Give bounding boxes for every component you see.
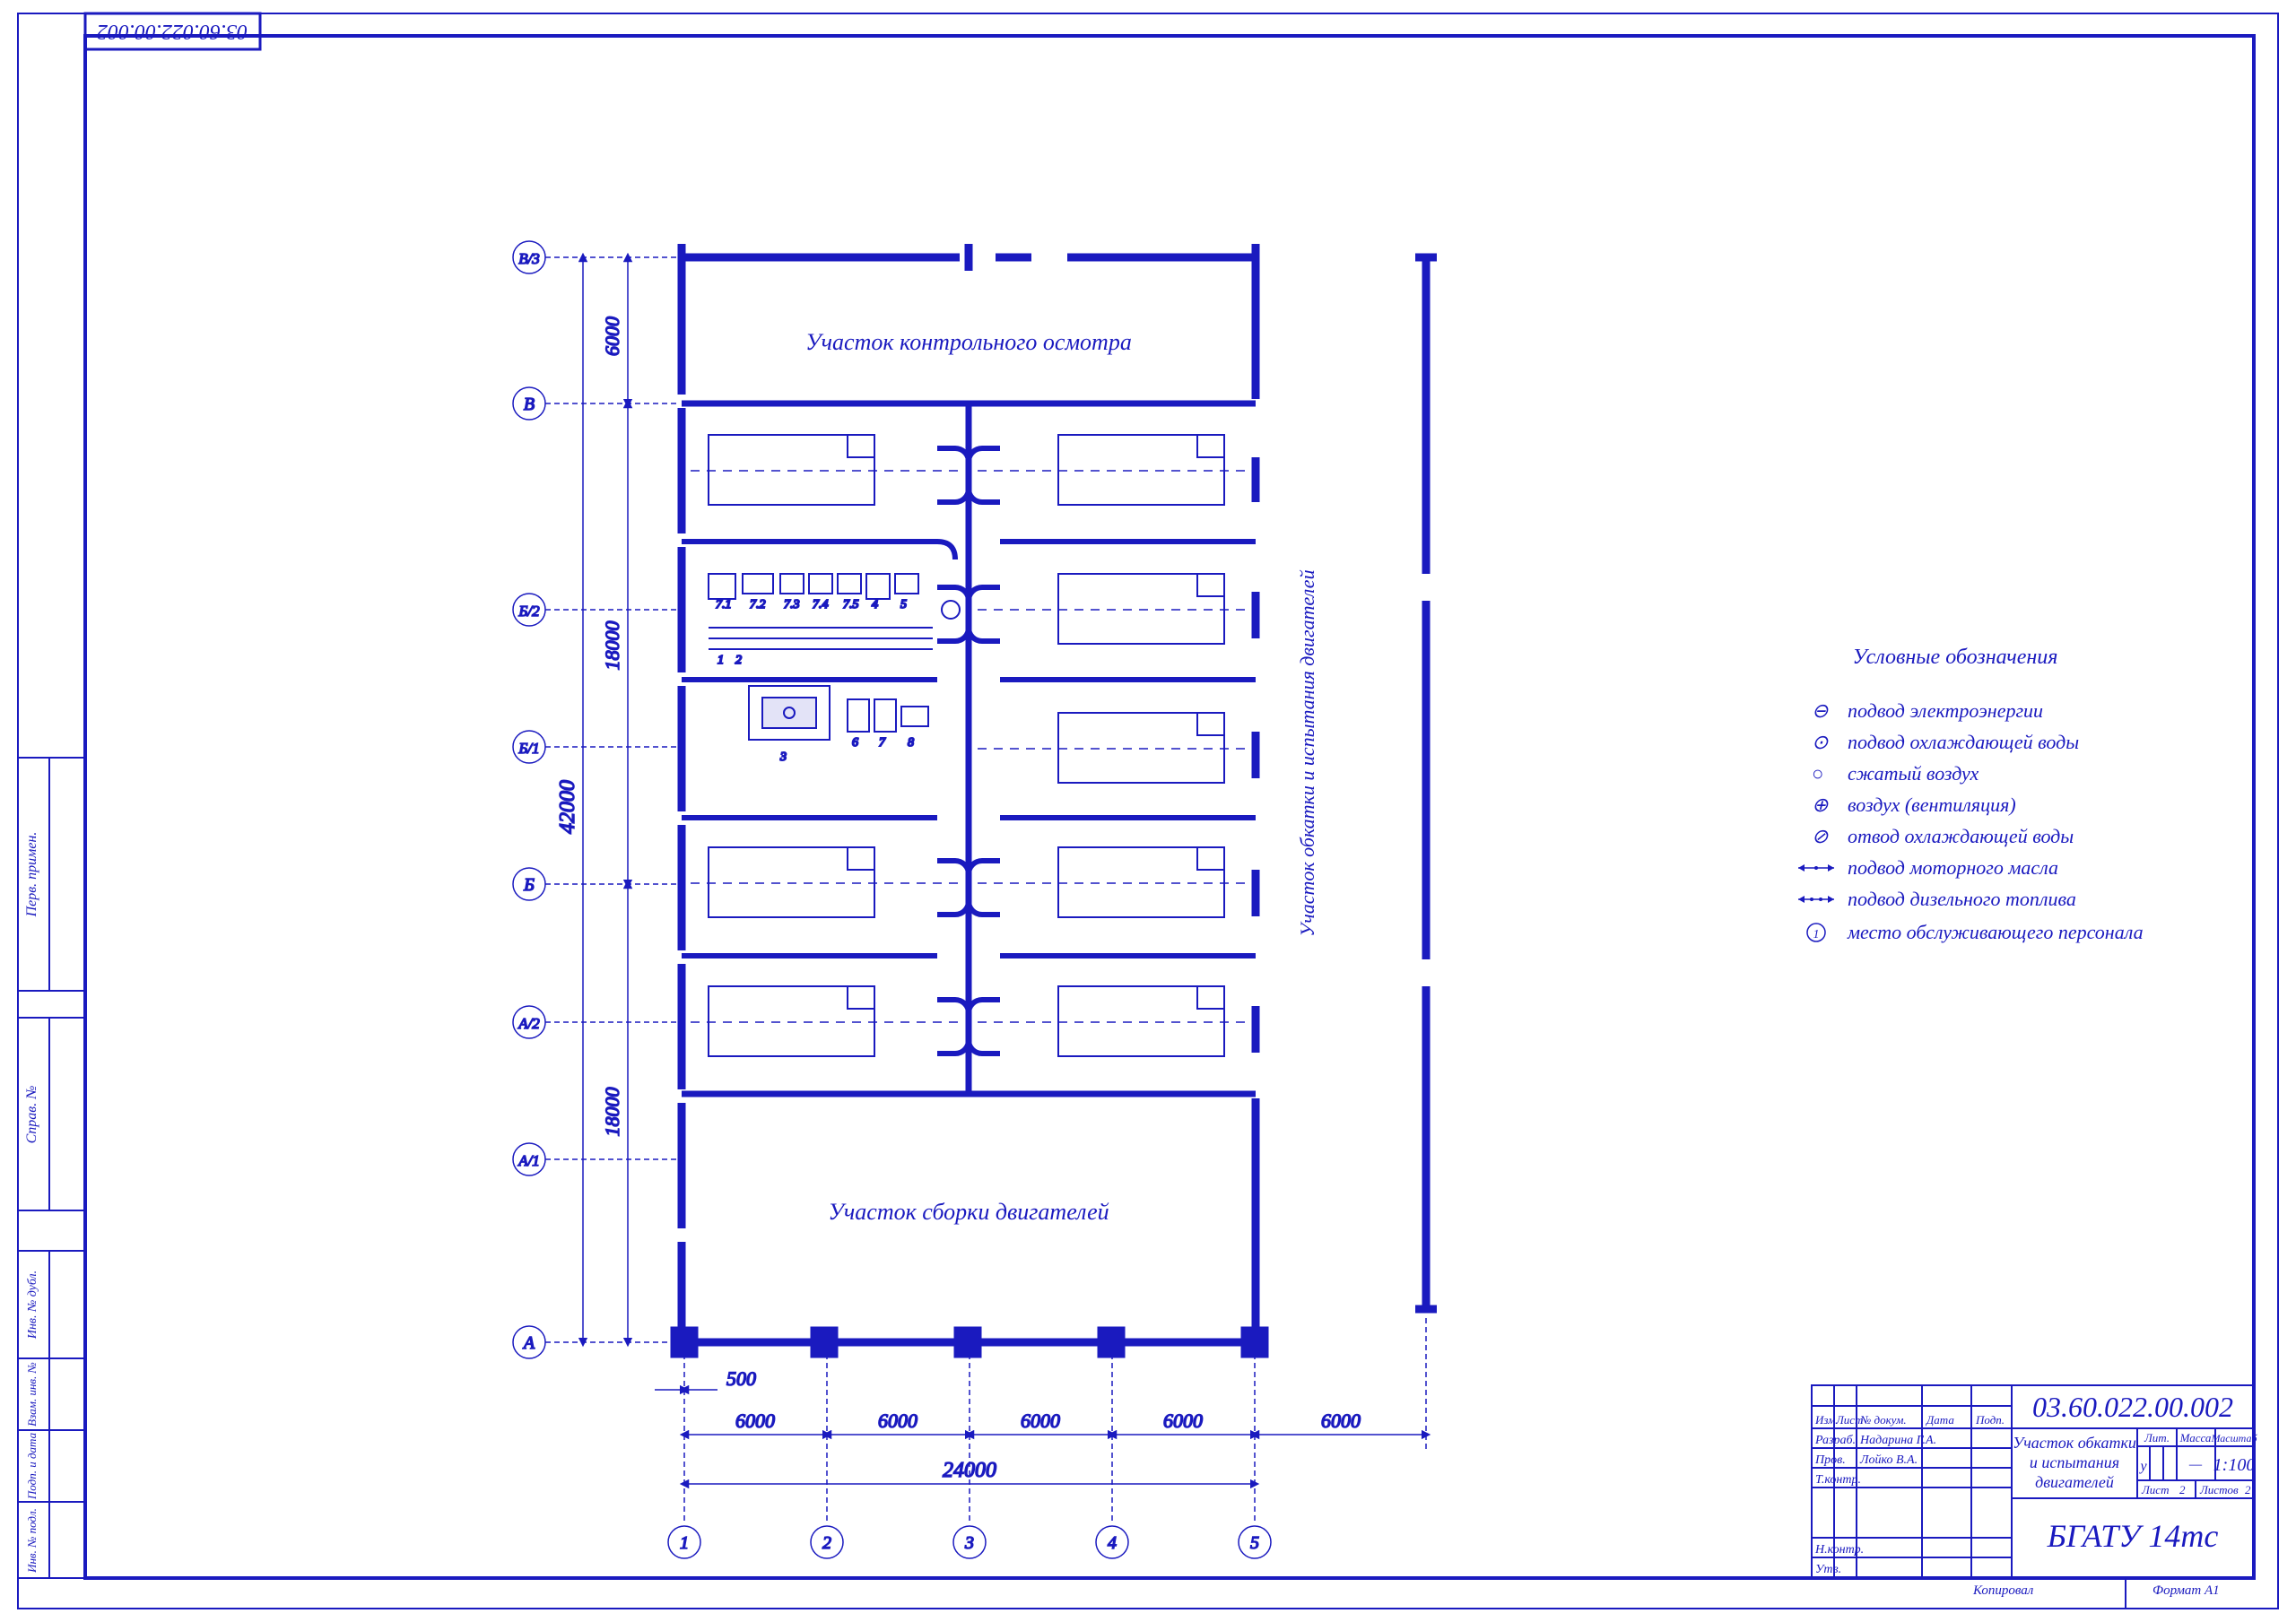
svg-text:Листов: Листов — [2199, 1483, 2239, 1496]
svg-text:Н.контр.: Н.контр. — [1814, 1543, 1864, 1557]
side-label: Инв. № подл. — [25, 1508, 39, 1574]
side-label: Справ. № — [24, 1086, 39, 1144]
svg-text:Пров.: Пров. — [1814, 1453, 1846, 1467]
drawing-number-mirrored: 03.60.022.00.002 — [97, 20, 248, 43]
svg-text:Подп.: Подп. — [1975, 1413, 2005, 1427]
svg-text:7.4: 7.4 — [813, 598, 829, 612]
svg-text:Лист: Лист — [2141, 1483, 2169, 1496]
legend-item: сжатый воздух — [1848, 762, 1979, 785]
detailed-bay: 7.1 7.2 7.3 7.4 7.5 4 5 1 2 6 7 3 8 — [709, 574, 960, 764]
dim-42000: 42000 — [556, 780, 579, 834]
legend-title: Условные обозначения — [1853, 646, 2058, 669]
svg-text:Лойко В.А.: Лойко В.А. — [1859, 1453, 1918, 1467]
axis-label: 1 — [680, 1533, 689, 1553]
svg-text:двигателей: двигателей — [2035, 1473, 2114, 1491]
svg-text:Масса: Масса — [2179, 1431, 2212, 1444]
legend-item: подвод охлаждающей воды — [1848, 731, 2079, 753]
svg-text:7.2: 7.2 — [750, 598, 766, 612]
dim-b4: 6000 — [1163, 1409, 1203, 1432]
svg-text:Лист: Лист — [1835, 1413, 1863, 1427]
axis-label: В — [524, 395, 535, 414]
side-label: Перв. примен. — [24, 832, 39, 918]
svg-text:—: — — [2188, 1457, 2203, 1472]
svg-text:Т.контр.: Т.контр. — [1815, 1473, 1861, 1487]
legend: Условные обозначения ⊖ подвод электроэнер… — [1798, 646, 2144, 943]
axis-label: В/3 — [518, 250, 540, 267]
dim-b1: 6000 — [735, 1409, 775, 1432]
equip-label-4: 4 — [872, 598, 878, 612]
svg-text:⊘: ⊘ — [1812, 825, 1829, 847]
dim-b5: 6000 — [1321, 1409, 1361, 1432]
dim-18000a: 18000 — [601, 621, 623, 671]
svg-text:7.5: 7.5 — [843, 598, 859, 612]
svg-text:Лит.: Лит. — [2144, 1431, 2170, 1444]
axis-label: 2 — [822, 1533, 831, 1553]
legend-item: подвод электроэнергии — [1848, 699, 2043, 722]
equip-label-3: 3 — [779, 750, 787, 764]
legend-item: подвод дизельного топлива — [1848, 888, 2076, 910]
svg-text:○: ○ — [1812, 762, 1823, 785]
equip-label-8: 8 — [908, 736, 914, 750]
svg-text:⊖: ⊖ — [1812, 699, 1829, 722]
area-inspection: Участок контрольного осмотра — [805, 329, 1132, 355]
equip-label-1: 1 — [718, 654, 724, 667]
legend-item: отвод охлаждающей воды — [1848, 825, 2074, 847]
svg-text:⊙: ⊙ — [1812, 731, 1829, 753]
side-label: Подп. и дата — [25, 1432, 39, 1500]
equip-label-6: 6 — [852, 736, 858, 750]
side-strip: Перв. примен. Справ. № Инв. № дубл. Взам… — [18, 758, 85, 1578]
floor-plan: 7.1 7.2 7.3 7.4 7.5 4 5 1 2 6 7 3 8 Учас… — [674, 244, 1437, 1354]
svg-text:Дата: Дата — [1925, 1413, 1954, 1427]
area-testing: Участок обкатки и испытания двигателей — [1296, 569, 1318, 936]
legend-item: место обслуживающего персонала — [1847, 921, 2144, 943]
dim-24000: 24000 — [943, 1459, 996, 1482]
svg-text:Копировал: Копировал — [1972, 1583, 2034, 1598]
svg-text:Надарина Г.А.: Надарина Г.А. — [1859, 1434, 1936, 1447]
dim-500: 500 — [726, 1367, 756, 1390]
area-assembly: Участок сборки двигателей — [828, 1199, 1109, 1225]
legend-item: воздух (вентиляция) — [1848, 794, 2016, 816]
side-label: Инв. № дубл. — [26, 1271, 39, 1340]
dim-18000b: 18000 — [601, 1088, 623, 1137]
svg-text:у: у — [2138, 1459, 2147, 1474]
axis-label: Б/1 — [517, 740, 539, 757]
svg-text:Формат А1: Формат А1 — [2152, 1583, 2220, 1598]
svg-text:2: 2 — [2245, 1483, 2251, 1496]
svg-text:Разраб.: Разраб. — [1814, 1434, 1856, 1447]
svg-text:Утв.: Утв. — [1815, 1563, 1841, 1576]
svg-text:№ докум.: № докум. — [1859, 1413, 1907, 1427]
svg-text:⊕: ⊕ — [1812, 794, 1829, 816]
side-label: Взам. инв. № — [25, 1362, 39, 1427]
axis-label: А/2 — [517, 1015, 540, 1032]
dim-b2: 6000 — [878, 1409, 918, 1432]
equip-label-7.1: 7.1 — [716, 598, 732, 612]
axis-label: А/1 — [517, 1152, 540, 1169]
equip-label-5: 5 — [900, 598, 907, 612]
axis-label: 3 — [964, 1533, 974, 1553]
tb-code: 03.60.022.00.002 — [2032, 1391, 2233, 1423]
svg-text:и испытания: и испытания — [2030, 1453, 2119, 1471]
svg-text:1: 1 — [1813, 928, 1820, 941]
axis-label: 4 — [1108, 1533, 1117, 1553]
legend-item: подвод моторного масла — [1848, 856, 2058, 879]
svg-text:2: 2 — [2179, 1483, 2186, 1496]
axis-label: 5 — [1250, 1533, 1259, 1553]
svg-text:Масштаб: Масштаб — [2210, 1432, 2257, 1444]
dim-b3: 6000 — [1021, 1409, 1060, 1432]
tb-org: БГАТУ 14тс — [2047, 1518, 2219, 1554]
axis-label: Б/2 — [517, 603, 540, 620]
svg-text:Изм.: Изм. — [1814, 1413, 1839, 1427]
svg-text:1:100: 1:100 — [2213, 1455, 2256, 1475]
dim-6000: 6000 — [601, 317, 623, 356]
title-block: 03.60.022.00.002 Изм. Лист № докум. Подп… — [1812, 1385, 2257, 1609]
svg-text:7.3: 7.3 — [784, 598, 800, 612]
svg-text:Участок обкатки: Участок обкатки — [2013, 1434, 2136, 1452]
drawing-sheet: 03.60.022.00.002 Перв. примен. Справ. № … — [0, 0, 2296, 1622]
axis-label: А — [522, 1333, 535, 1353]
equip-label-7: 7 — [879, 736, 886, 750]
equip-label-2: 2 — [735, 654, 742, 667]
axis-label: Б — [523, 875, 535, 895]
